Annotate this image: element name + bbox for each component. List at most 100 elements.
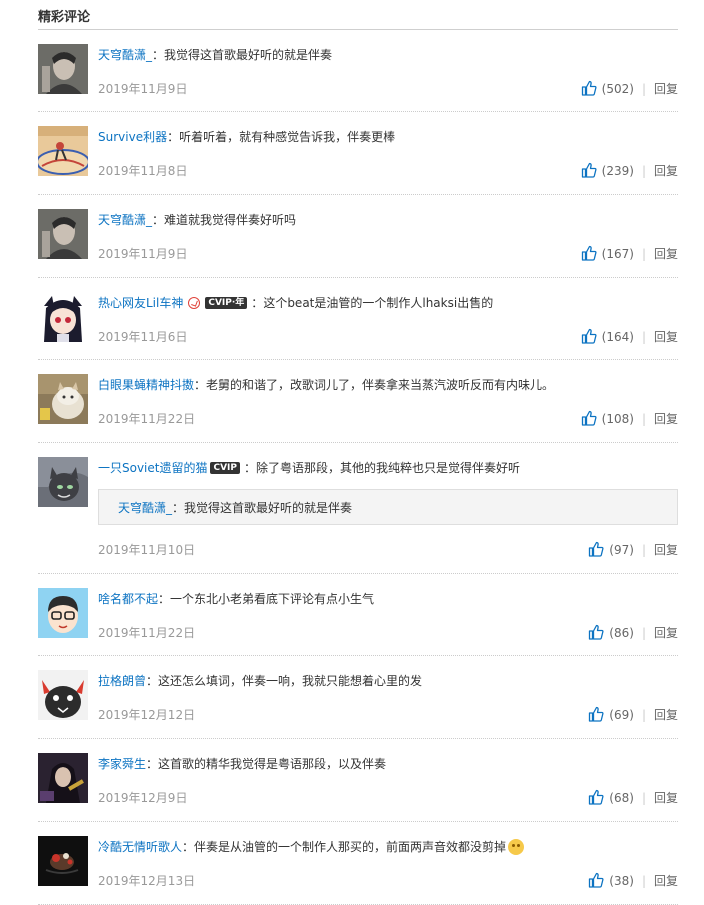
divider: | <box>641 708 646 722</box>
reply-button[interactable]: 回复 <box>654 543 678 557</box>
user-avatar[interactable] <box>38 457 88 507</box>
comment-item: 李家舜生：这首歌的精华我觉得是粤语那段，以及伴奏 2019年12月9日 (68)… <box>38 739 678 822</box>
colon: ： <box>152 213 165 227</box>
comment-text: 这个beat是油管的一个制作人lhaksi出售的 <box>263 296 494 310</box>
comment-text: 除了粤语那段，其他的我纯粹也只是觉得伴奏好听 <box>256 461 521 475</box>
comment-text: 一个东北小老弟看底下评论有点小生气 <box>170 592 375 606</box>
user-avatar[interactable] <box>38 588 88 638</box>
like-count: (69) <box>609 708 634 722</box>
comment-username[interactable]: 李家舜生 <box>98 757 146 771</box>
comment-username[interactable]: 天穹酷潇_ <box>98 213 152 227</box>
like-button[interactable]: (86) <box>588 624 634 642</box>
comment-item: 冷酷无情听歌人：伴奏是从油管的一个制作人那买的，前面两声音效都没剪掉 2019年… <box>38 822 678 905</box>
like-button[interactable]: (69) <box>588 706 634 724</box>
like-count: (38) <box>609 874 634 888</box>
comment-time: 2019年11月10日 <box>98 543 196 557</box>
user-avatar[interactable] <box>38 126 88 176</box>
divider: | <box>641 874 646 888</box>
divider: | <box>641 330 646 344</box>
vip-badge: CVIP <box>210 461 240 474</box>
colon: ： <box>158 592 171 606</box>
like-button[interactable]: (108) <box>581 410 634 428</box>
comment-time: 2019年12月9日 <box>98 791 188 805</box>
like-count: (97) <box>609 543 634 557</box>
reply-button[interactable]: 回复 <box>654 164 678 178</box>
reply-button[interactable]: 回复 <box>654 626 678 640</box>
thumbs-up-icon <box>589 541 604 557</box>
music-badge-icon <box>188 296 201 309</box>
like-button[interactable]: (167) <box>581 245 634 263</box>
quoted-username[interactable]: 天穹酷潇_ <box>118 501 172 515</box>
comment-time: 2019年12月13日 <box>98 874 196 888</box>
comment-text: 听着听着，就有种感觉告诉我，伴奏更棒 <box>179 130 396 144</box>
comment-username[interactable]: 白眼果蝇精神抖擞 <box>98 378 194 392</box>
comment-username[interactable]: 天穹酷潇_ <box>98 48 152 62</box>
reply-button[interactable]: 回复 <box>654 708 678 722</box>
user-avatar[interactable] <box>38 44 88 94</box>
comment-item: 啥名都不起：一个东北小老弟看底下评论有点小生气 2019年11月22日 (86)… <box>38 574 678 656</box>
divider: | <box>641 82 646 96</box>
comment-username[interactable]: Survive利器 <box>98 130 167 144</box>
comment-item: 天穹酷潇_：难道就我觉得伴奏好听吗 2019年11月9日 (167) | 回复 <box>38 195 678 278</box>
comment-item: 天穹酷潇_：我觉得这首歌最好听的就是伴奏 2019年11月9日 (502) | 回复 <box>38 30 678 112</box>
comment-username[interactable]: 热心网友Lil车神 <box>98 296 183 310</box>
like-button[interactable]: (502) <box>581 80 634 98</box>
thumbs-up-icon <box>581 245 597 261</box>
colon: ： <box>146 757 159 771</box>
comment-time: 2019年12月12日 <box>98 708 196 722</box>
divider: | <box>641 164 646 178</box>
reply-button[interactable]: 回复 <box>654 791 678 805</box>
colon: ： <box>146 674 159 688</box>
comment-time: 2019年11月8日 <box>98 164 188 178</box>
comment-item: 热心网友Lil车神 CVIP·年 ：这个beat是油管的一个制作人lhaksi出售的… <box>38 278 678 360</box>
comment-time: 2019年11月22日 <box>98 412 196 426</box>
section-title: 精彩评论 <box>38 0 678 30</box>
like-count: (68) <box>609 791 634 805</box>
comment-text: 这还怎么填词，伴奏一响，我就只能想着心里的发 <box>158 674 423 688</box>
divider: | <box>641 791 646 805</box>
comment-username[interactable]: 一只Soviet遗留的猫 <box>98 461 207 475</box>
comment-text: 老舅的和谐了，改歌词儿了，伴奏拿来当蒸汽波听反而有内味儿。 <box>206 378 555 392</box>
reply-button[interactable]: 回复 <box>654 412 678 426</box>
reply-button[interactable]: 回复 <box>654 330 678 344</box>
comments-section: 精彩评论 天穹酷潇_：我觉得这首歌最好听的就是伴奏 2019年11月9日 (50… <box>38 0 678 905</box>
user-avatar[interactable] <box>38 209 88 259</box>
comment-time: 2019年11月22日 <box>98 626 196 640</box>
comment-text: 难道就我觉得伴奏好听吗 <box>164 213 297 227</box>
user-avatar[interactable] <box>38 753 88 803</box>
like-button[interactable]: (239) <box>581 162 634 180</box>
thumbs-up-icon <box>581 328 597 344</box>
comment-item: 拉格朗曾：这还怎么填词，伴奏一响，我就只能想着心里的发 2019年12月12日 … <box>38 656 678 739</box>
divider: | <box>641 543 646 557</box>
thumbs-up-icon <box>581 162 597 178</box>
like-button[interactable]: (38) <box>588 872 634 890</box>
reply-button[interactable]: 回复 <box>654 82 678 96</box>
thumbs-up-icon <box>581 80 597 96</box>
like-button[interactable]: (68) <box>588 789 634 807</box>
comment-username[interactable]: 啥名都不起 <box>98 592 158 606</box>
comment-item: 一只Soviet遗留的猫 CVIP ：除了粤语那段，其他的我纯粹也只是觉得伴奏好听 … <box>38 443 678 574</box>
thumbs-up-icon <box>581 410 597 426</box>
like-count: (86) <box>609 626 634 640</box>
like-button[interactable]: (164) <box>581 328 634 346</box>
user-avatar[interactable] <box>38 374 88 424</box>
user-avatar[interactable] <box>38 670 88 720</box>
like-count: (108) <box>601 412 634 426</box>
thumbs-up-icon <box>589 624 604 640</box>
divider: | <box>641 626 646 640</box>
comment-username[interactable]: 拉格朗曾 <box>98 674 146 688</box>
vip-badge: CVIP·年 <box>205 296 248 309</box>
user-avatar[interactable] <box>38 292 88 342</box>
comment-item: Survive利器：听着听着，就有种感觉告诉我，伴奏更棒 2019年11月8日 … <box>38 112 678 195</box>
colon: ： <box>194 378 207 392</box>
thumbs-up-icon <box>589 706 604 722</box>
reply-button[interactable]: 回复 <box>654 874 678 888</box>
like-count: (502) <box>601 82 634 96</box>
comment-username[interactable]: 冷酷无情听歌人 <box>98 840 182 854</box>
colon: ： <box>182 840 195 854</box>
user-avatar[interactable] <box>38 836 88 886</box>
reply-button[interactable]: 回复 <box>654 247 678 261</box>
comment-time: 2019年11月9日 <box>98 82 188 96</box>
like-button[interactable]: (97) <box>588 541 634 559</box>
comment-text: 这首歌的精华我觉得是粤语那段，以及伴奏 <box>158 757 387 771</box>
